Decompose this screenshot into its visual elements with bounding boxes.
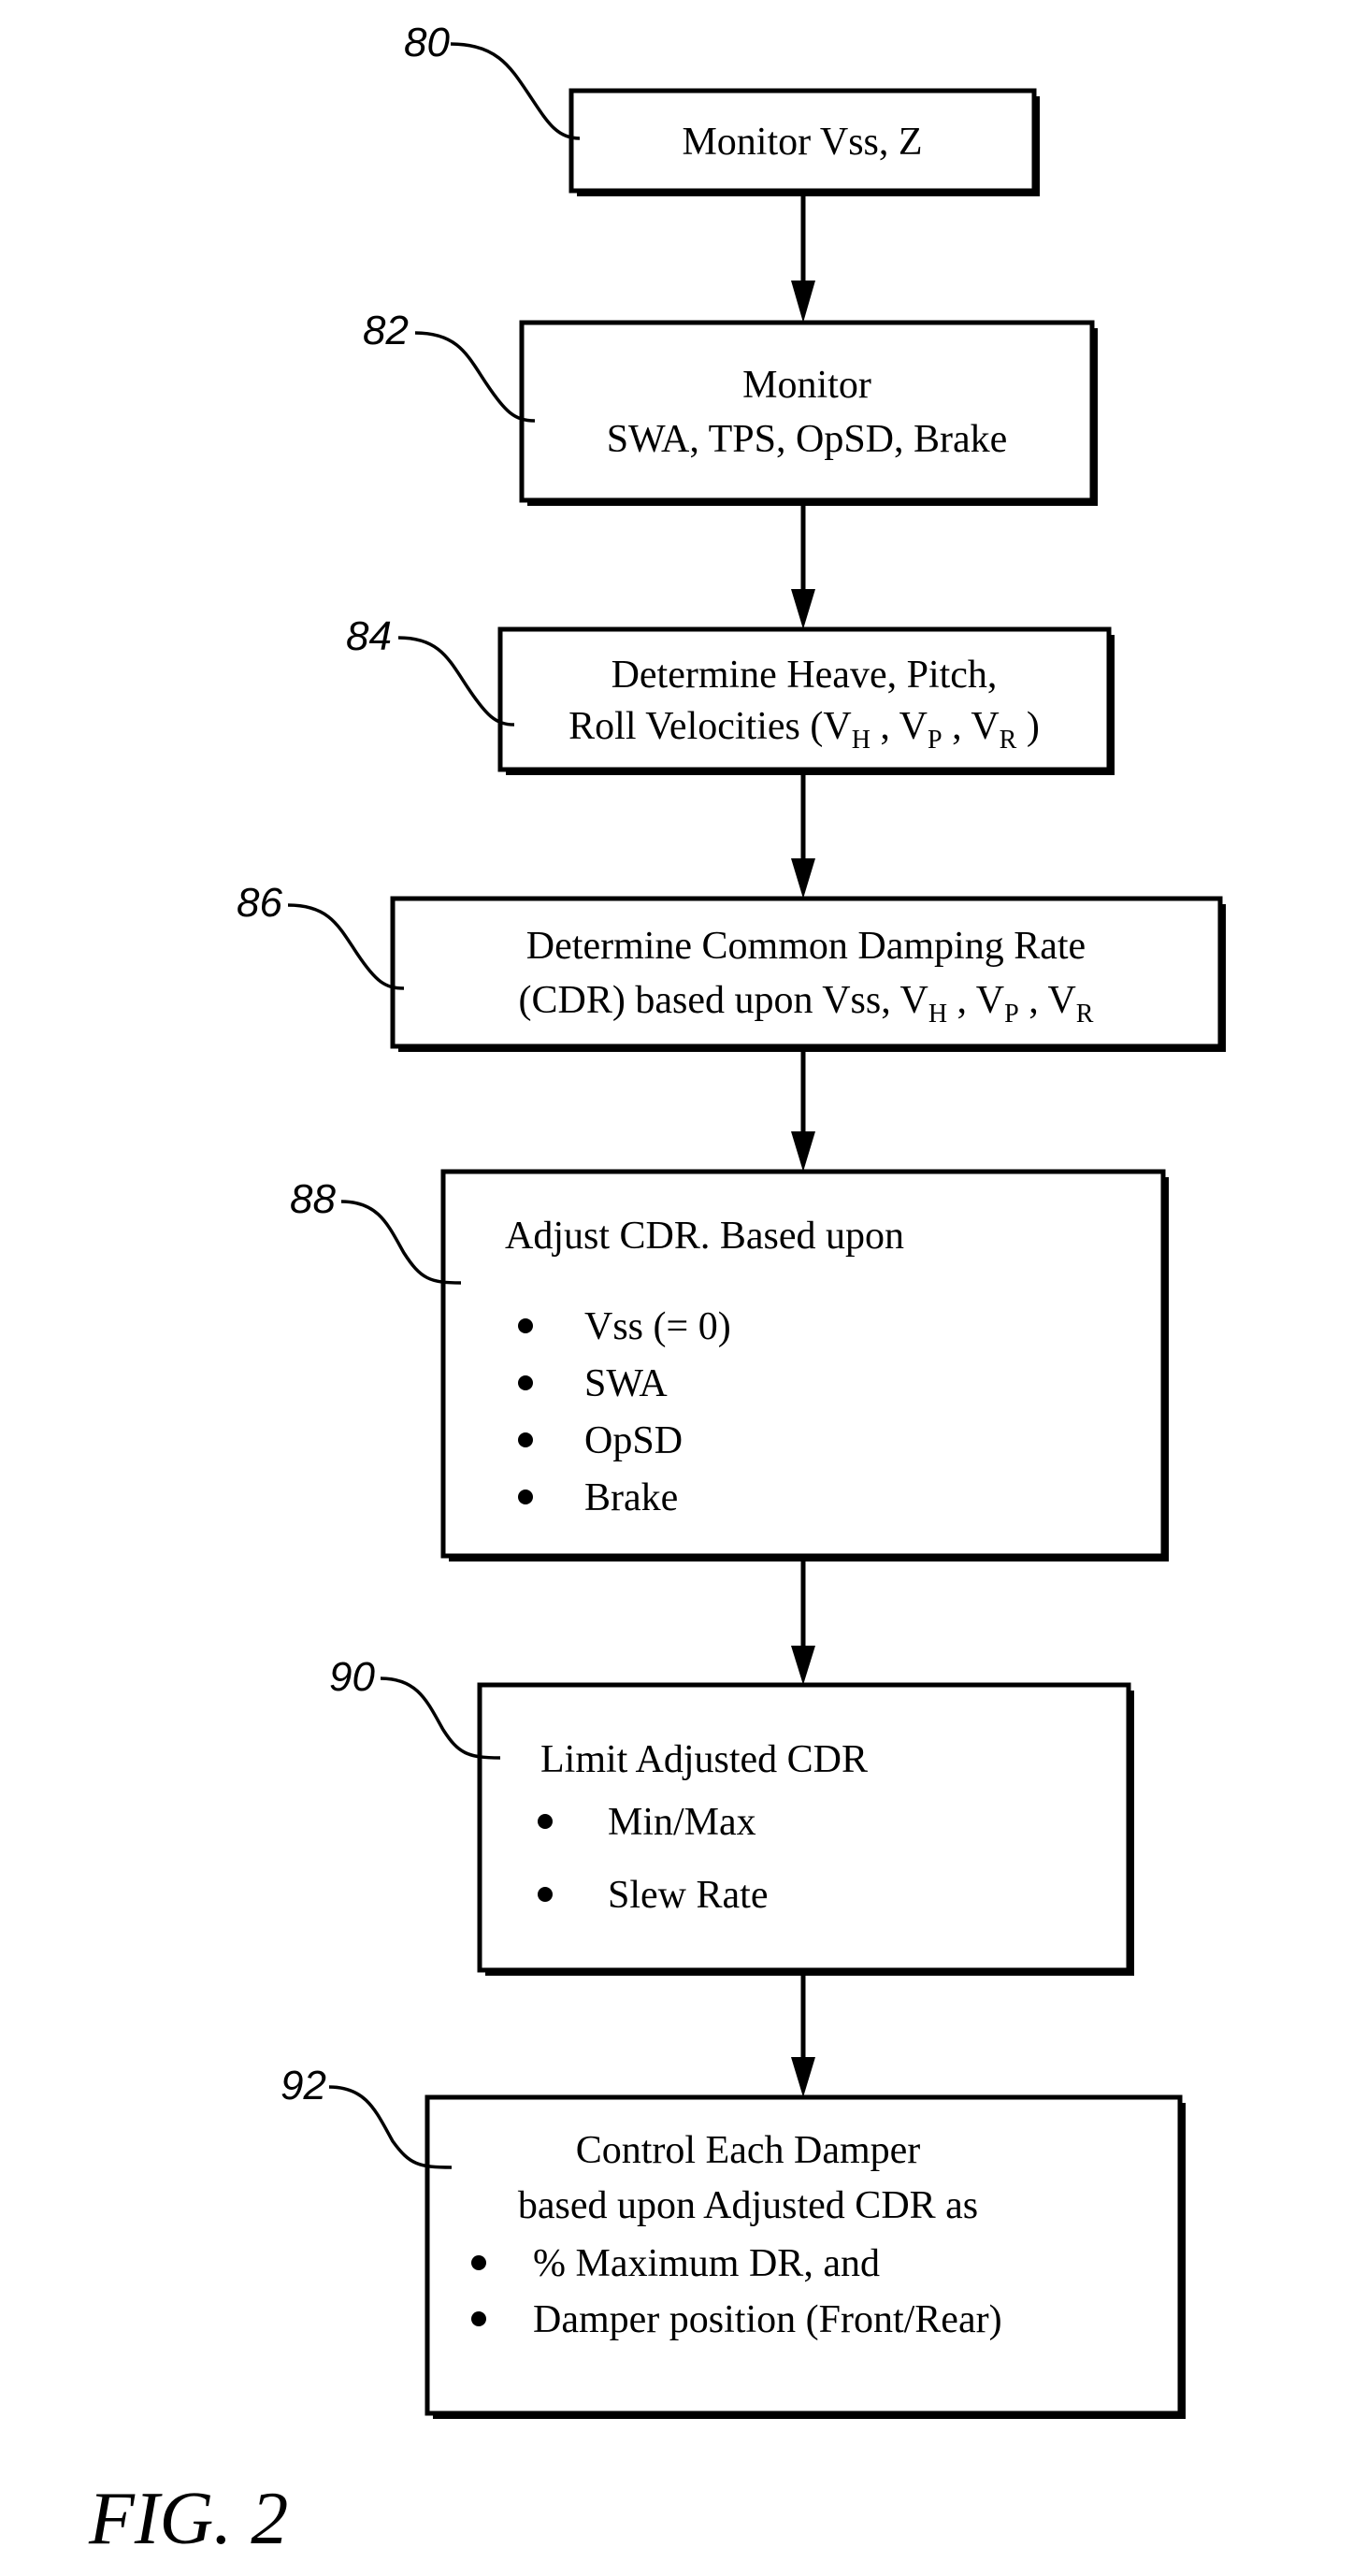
arrowhead-icon xyxy=(791,1646,815,1685)
step-box xyxy=(497,626,1112,772)
arrowhead-icon xyxy=(791,589,815,629)
arrowhead-icon xyxy=(791,858,815,899)
step-text: Control Each Damper xyxy=(576,2129,921,2172)
bullet-icon xyxy=(518,1489,533,1504)
arrowhead-icon xyxy=(791,2057,815,2097)
leader-line xyxy=(287,903,405,990)
step-text: based upon Adjusted CDR as xyxy=(518,2184,978,2227)
bullet-icon xyxy=(518,1432,533,1447)
step-92: Control Each Damper based upon Adjusted … xyxy=(281,2063,1186,2419)
arrowhead-icon xyxy=(791,1131,815,1172)
bullet-icon xyxy=(518,1375,533,1390)
leader-line xyxy=(414,331,536,423)
step-88: Adjust CDR. Based upon Vss (= 0) SWA OpS… xyxy=(290,1169,1169,1561)
step-text: Determine Common Damping Rate xyxy=(526,925,1086,968)
step-text: Determine Heave, Pitch, xyxy=(612,654,998,697)
step-box xyxy=(477,1682,1131,1973)
step-80: Monitor Vss, Z 80 xyxy=(404,20,1040,196)
reference-numeral: 82 xyxy=(363,308,409,353)
bullet-text: Brake xyxy=(584,1476,678,1519)
step-84: Determine Heave, Pitch, Roll Velocities … xyxy=(346,613,1115,775)
step-text: Monitor xyxy=(742,364,871,407)
bullet-text: OpSD xyxy=(584,1419,683,1462)
reference-numeral: 90 xyxy=(329,1654,375,1700)
step-82: Monitor SWA, TPS, OpSD, Brake 82 xyxy=(363,308,1098,506)
reference-numeral: 92 xyxy=(281,2063,326,2108)
bullet-text: Min/Max xyxy=(608,1801,756,1844)
bullet-icon xyxy=(538,1814,553,1829)
step-box xyxy=(390,896,1223,1049)
bullet-text: Slew Rate xyxy=(608,1874,768,1917)
bullet-text: Vss (= 0) xyxy=(584,1305,731,1348)
step-86: Determine Common Damping Rate (CDR) base… xyxy=(237,880,1226,1052)
step-90: Limit Adjusted CDR Min/Max Slew Rate 90 xyxy=(329,1654,1134,1976)
bullet-icon xyxy=(518,1318,533,1333)
step-box xyxy=(519,320,1095,503)
bullet-icon xyxy=(471,2255,486,2270)
leader-line xyxy=(397,636,515,727)
bullet-text: % Maximum DR, and xyxy=(533,2242,880,2285)
flowchart: Monitor Vss, Z 80 Monitor SWA, TPS, OpSD… xyxy=(88,20,1226,2560)
reference-numeral: 80 xyxy=(404,20,450,65)
bullet-text: SWA xyxy=(584,1362,668,1405)
step-text: Limit Adjusted CDR xyxy=(540,1738,868,1781)
step-text: Adjust CDR. Based upon xyxy=(505,1215,904,1258)
step-text: Monitor Vss, Z xyxy=(682,121,922,164)
bullet-icon xyxy=(538,1887,553,1902)
reference-numeral: 88 xyxy=(290,1176,336,1222)
bullet-icon xyxy=(471,2311,486,2326)
step-text: Roll Velocities (VH , VP , VR ) xyxy=(568,705,1040,755)
figure-label: FIG. 2 xyxy=(88,2478,288,2560)
bullet-text: Damper position (Front/Rear) xyxy=(533,2298,1002,2341)
reference-numeral: 86 xyxy=(237,880,282,926)
step-text: SWA, TPS, OpSD, Brake xyxy=(607,418,1008,461)
leader-line xyxy=(450,42,581,140)
arrowhead-icon xyxy=(791,281,815,323)
reference-numeral: 84 xyxy=(346,613,392,659)
